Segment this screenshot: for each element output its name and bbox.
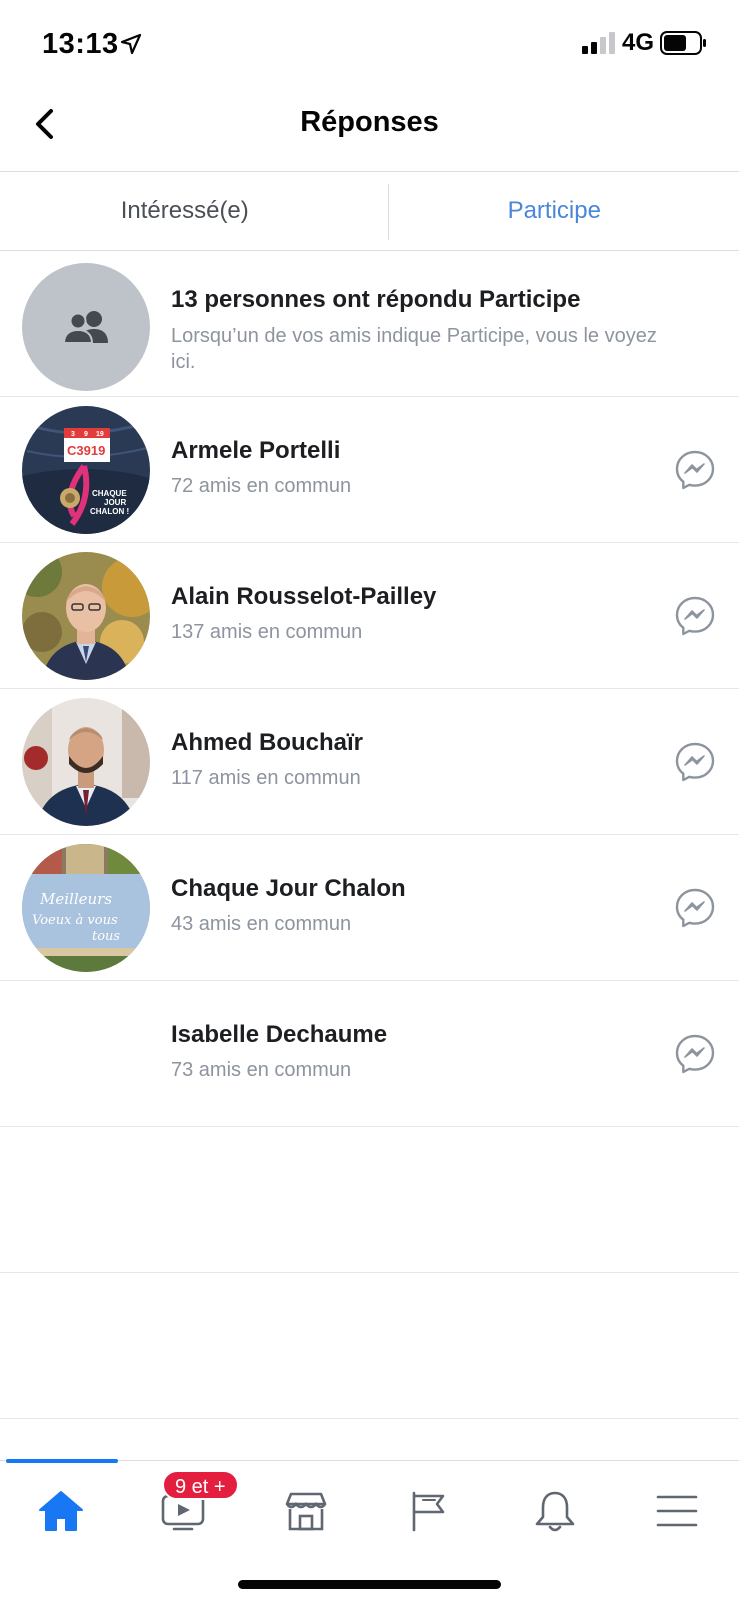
summary-subtitle: Lorsqu’un de vos amis indique Participe,… — [171, 325, 657, 373]
script-line-3: tous — [92, 929, 120, 944]
mutual-friends: 73 amis en commun — [171, 1059, 352, 1081]
messenger-icon[interactable] — [674, 887, 716, 929]
avatar[interactable] — [22, 990, 150, 1118]
person-name[interactable]: Chaque Jour Chalon — [171, 875, 406, 903]
response-tabs: Intéressé(e) Participe — [0, 172, 739, 251]
tab-menu[interactable] — [647, 1481, 707, 1541]
badge-digit-3: 19 — [96, 431, 104, 438]
tab-home[interactable] — [31, 1481, 91, 1541]
avatar-image: 3 9 19 C3919 CHAQUE JOUR CHALON ! — [22, 406, 150, 534]
menu-icon — [656, 1495, 698, 1527]
person-name[interactable]: Isabelle Dechaume — [171, 1021, 387, 1049]
badge-digit-2: 9 — [84, 431, 88, 438]
script-line-1: Meilleurs — [39, 890, 112, 908]
watch-badge: 9 et + — [162, 1470, 239, 1500]
status-bar: 13:13 4G — [0, 0, 739, 90]
people-icon — [62, 311, 108, 344]
avatar[interactable] — [22, 698, 150, 826]
mutual-friends: 72 amis en commun — [171, 475, 352, 497]
list-item[interactable]: Alain Rousselot-Pailley 137 amis en comm… — [0, 543, 739, 689]
list-item[interactable]: Meilleurs Voeux à vous tous Chaque Jour … — [0, 835, 739, 981]
going-summary: 13 personnes ont répondu Participe Lorsq… — [0, 251, 739, 397]
tab-pages[interactable] — [398, 1481, 458, 1541]
badge-digit-1: 3 — [71, 431, 75, 438]
ribbon-line-2: JOUR — [104, 498, 126, 507]
list-item[interactable]: Isabelle Dechaume 73 amis en commun — [0, 981, 739, 1127]
summary-title: 13 personnes ont répondu Participe — [171, 286, 581, 313]
attendee-list: 3 9 19 C3919 CHAQUE JOUR CHALON ! Armele… — [0, 397, 739, 1419]
tab-notifications[interactable] — [525, 1481, 585, 1541]
marketplace-icon — [285, 1492, 327, 1531]
active-tab-indicator — [6, 1459, 118, 1463]
page-title: Réponses — [300, 106, 439, 138]
avatar-image — [22, 698, 150, 826]
messenger-icon[interactable] — [674, 449, 716, 491]
network-type: 4G — [622, 29, 655, 56]
tab-interested[interactable]: Intéressé(e) — [0, 172, 370, 250]
messenger-icon[interactable] — [674, 595, 716, 637]
group-avatar — [22, 263, 150, 391]
messenger-icon[interactable] — [674, 741, 716, 783]
tab-going[interactable]: Participe — [370, 172, 739, 250]
messenger-icon[interactable] — [674, 1033, 716, 1075]
battery-icon — [660, 31, 706, 55]
avatar-image — [22, 552, 150, 680]
mutual-friends: 43 amis en commun — [171, 913, 352, 935]
person-name[interactable]: Armele Portelli — [171, 437, 340, 465]
avatar[interactable] — [22, 552, 150, 680]
empty-list-item — [0, 1273, 739, 1419]
avatar-image: Meilleurs Voeux à vous tous — [22, 844, 150, 972]
person-name[interactable]: Alain Rousselot-Pailley — [171, 583, 436, 611]
ribbon-line-1: CHAQUE — [92, 489, 127, 498]
location-arrow-icon — [120, 33, 142, 55]
badge-number: C3919 — [67, 443, 105, 458]
bottom-tab-bar: 9 et + — [0, 1459, 739, 1600]
list-item[interactable]: 3 9 19 C3919 CHAQUE JOUR CHALON ! Armele… — [0, 397, 739, 543]
mutual-friends: 137 amis en commun — [171, 621, 363, 643]
avatar[interactable]: 3 9 19 C3919 CHAQUE JOUR CHALON ! — [22, 406, 150, 534]
status-time: 13:13 — [42, 28, 119, 60]
person-name[interactable]: Ahmed Bouchaïr — [171, 729, 363, 757]
tab-marketplace[interactable] — [276, 1481, 336, 1541]
home-icon — [39, 1491, 83, 1531]
ribbon-line-3: CHALON ! — [90, 507, 129, 516]
home-indicator — [238, 1580, 501, 1589]
list-item[interactable]: Ahmed Bouchaïr 117 amis en commun — [0, 689, 739, 835]
nav-bar: Réponses — [0, 90, 739, 172]
script-line-2: Voeux à vous — [32, 913, 118, 928]
empty-list-item — [0, 1127, 739, 1273]
pages-flag-icon — [412, 1491, 445, 1532]
avatar[interactable]: Meilleurs Voeux à vous tous — [22, 844, 150, 972]
cellular-signal-icon — [582, 32, 615, 54]
mutual-friends: 117 amis en commun — [171, 767, 361, 789]
notifications-bell-icon — [535, 1491, 575, 1532]
